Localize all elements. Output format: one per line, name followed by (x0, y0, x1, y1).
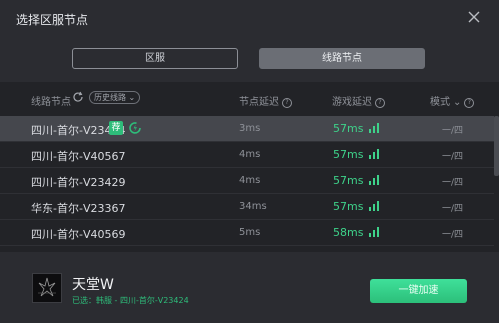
header-node-delay: 节点延迟? (239, 93, 292, 108)
footer: 天堂W 已选：韩服 - 四川-首尔-V23424 一键加速 (0, 252, 499, 323)
tab-region[interactable]: 区服 (72, 48, 238, 69)
route-name: 四川-首尔-V23429 (31, 176, 126, 189)
mode-value: 一/四 (442, 126, 464, 136)
tab-route-node[interactable]: 线路节点 (259, 48, 425, 69)
close-icon[interactable] (467, 10, 481, 24)
mode-value: 一/四 (442, 178, 464, 188)
header-game-delay: 游戏延迟? (332, 93, 385, 108)
header-mode-label: 模式 (430, 97, 450, 108)
route-name: 华东-首尔-V23367 (31, 202, 126, 215)
game-delay: 57ms (333, 200, 364, 213)
scrollbar[interactable] (494, 116, 499, 252)
chevron-down-icon: ⌄ (453, 97, 462, 108)
game-logo (32, 273, 62, 303)
boost-button[interactable]: 一键加速 (370, 279, 467, 303)
table-row[interactable]: 四川-首尔-V40567 4ms 57ms 一/四 (0, 142, 494, 168)
tab-bar: 区服 线路节点 (0, 38, 499, 82)
game-delay: 58ms (333, 226, 364, 239)
table-header: 线路节点 历史线路 ⌄ 节点延迟? 游戏延迟? 模式 ⌄? (0, 82, 499, 116)
route-list-panel: 线路节点 历史线路 ⌄ 节点延迟? 游戏延迟? 模式 ⌄? 四川-首尔-V2342… (0, 82, 499, 252)
history-route-dropdown[interactable]: 历史线路 ⌄ (89, 91, 141, 104)
mode-value: 一/四 (442, 152, 464, 162)
table-row[interactable]: 四川-首尔-V23429 4ms 57ms 一/四 (0, 168, 494, 194)
signal-bars-icon (369, 149, 379, 159)
mode-value: 一/四 (442, 230, 464, 240)
game-delay: 57ms (333, 122, 364, 135)
signal-bars-icon (369, 123, 379, 133)
route-name: 四川-首尔-V40567 (31, 150, 126, 163)
help-icon[interactable]: ? (375, 98, 385, 108)
node-delay: 34ms (239, 201, 267, 212)
header-game-delay-label: 游戏延迟 (332, 97, 372, 108)
selected-route-text: 已选：韩服 - 四川-首尔-V23424 (72, 296, 189, 305)
signal-bars-icon (369, 201, 379, 211)
history-route-label: 历史线路 (94, 93, 126, 102)
game-delay: 57ms (333, 148, 364, 161)
help-icon[interactable]: ? (282, 98, 292, 108)
table-row[interactable]: 华东-首尔-V23367 34ms 57ms 一/四 (0, 194, 494, 220)
game-logo-art (38, 277, 56, 297)
chevron-down-icon: ⌄ (128, 93, 136, 102)
game-title: 天堂W (72, 277, 114, 293)
game-delay: 57ms (333, 174, 364, 187)
signal-bars-icon (369, 227, 379, 237)
mode-value: 一/四 (442, 204, 464, 214)
node-delay: 3ms (239, 123, 261, 134)
node-delay: 4ms (239, 175, 261, 186)
scrollbar-thumb[interactable] (494, 116, 499, 176)
node-delay: 5ms (239, 227, 261, 238)
title-bar: 选择区服节点 (0, 0, 499, 38)
route-name: 四川-首尔-V40569 (31, 228, 126, 241)
boost-icon (129, 122, 141, 134)
header-node-delay-label: 节点延迟 (239, 97, 279, 108)
header-route: 线路节点 (31, 97, 71, 108)
refresh-icon[interactable] (72, 91, 84, 103)
help-icon[interactable]: ? (464, 98, 475, 108)
signal-bars-icon (369, 175, 379, 185)
table-row[interactable]: 四川-首尔-V23424 荐 3ms 57ms 一/四 (0, 116, 494, 142)
header-mode[interactable]: 模式 ⌄? (430, 93, 475, 108)
table-row[interactable]: 四川-首尔-V40569 5ms 58ms 一/四 (0, 220, 494, 246)
dialog-title: 选择区服节点 (16, 13, 89, 27)
node-delay: 4ms (239, 149, 261, 160)
recommended-badge: 荐 (109, 121, 123, 135)
